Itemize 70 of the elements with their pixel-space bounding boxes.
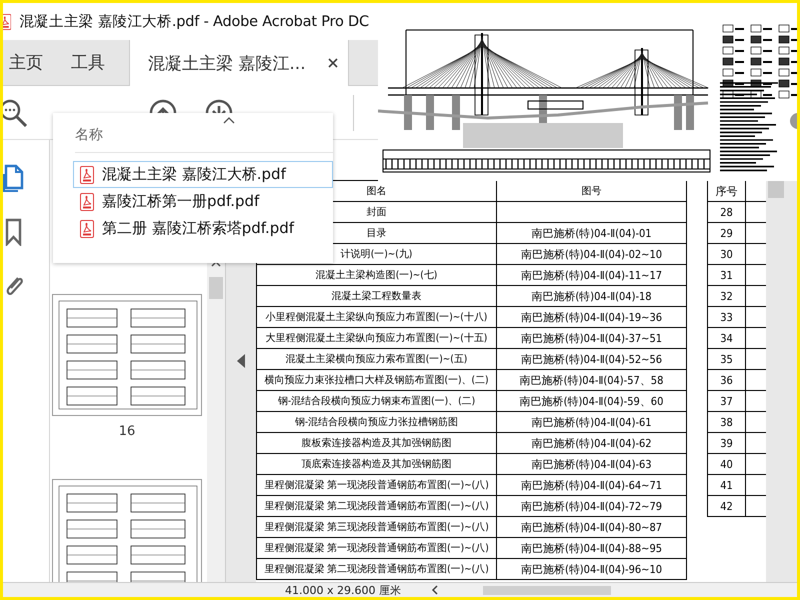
table-cell: 腹板索连接器构造及其加强钢筋图	[257, 433, 497, 454]
table-cell: 33	[708, 307, 746, 328]
table-cell: 顶底索连接器构造及其加强钢筋图	[257, 454, 497, 475]
window-title: 混凝土主梁 嘉陵江大桥.pdf - Adobe Acrobat Pro DC	[19, 12, 369, 31]
table-cell: 里程侧混凝梁 第二现浇段普通钢筋布置图(一)~(八)	[257, 496, 497, 517]
table-cell: 南巴施桥(特)04-Ⅱ(04)-61	[497, 412, 687, 433]
table-cell: 30	[708, 244, 746, 265]
table-cell: 南巴施桥(特)04-Ⅱ(04)-59、60	[497, 391, 687, 412]
table-cell: 35	[708, 349, 746, 370]
scrollbar-thumb[interactable]	[482, 586, 611, 594]
table-cell: 大里程侧混凝土主梁纵向预应力布置图(一)~(十五)	[257, 328, 497, 349]
table-cell: 31	[708, 265, 746, 286]
table-cell: 南巴施桥(特)04-Ⅱ(04)-88~95	[497, 538, 687, 559]
table-cell: 南巴施桥(特)04-Ⅱ(04)-96~10	[497, 559, 687, 580]
table-cell: 南巴施桥(特)04-Ⅱ(04)-64~71	[497, 475, 687, 496]
table-cell: 南巴施桥(特)04-Ⅱ(04)-63	[497, 454, 687, 475]
bookmark-icon[interactable]	[3, 218, 24, 246]
collapse-caret-icon[interactable]	[223, 117, 235, 124]
table-cell: 小里程侧混凝土主梁纵向预应力布置图(一)~(十八)	[257, 307, 497, 328]
scroll-left-icon[interactable]	[430, 585, 439, 595]
pdf-file-icon	[80, 192, 94, 210]
page-size-label: 41.000 x 29.600 厘米	[285, 582, 401, 597]
table-cell: 42	[708, 496, 746, 517]
table-cell: 34	[708, 328, 746, 349]
table-cell: 南巴施桥(特)04-Ⅱ(04)-80~87	[497, 517, 687, 538]
table-cell: 混凝土梁工程数量表	[257, 286, 497, 307]
page-number: 16	[118, 424, 136, 439]
table-cell: 南巴施桥(特)04-Ⅱ(04)-11~17	[497, 265, 687, 286]
pdf-file-icon	[80, 166, 94, 184]
file-list-item[interactable]: 混凝土主梁 嘉陵江大桥.pdf	[73, 161, 333, 188]
table-cell: 38	[708, 412, 746, 433]
table-cell: 南巴施桥(特)04-Ⅱ(04)-19~36	[497, 307, 687, 328]
table-cell: 南巴施桥(特)04-Ⅱ(04)-57、58	[497, 370, 687, 391]
tab[interactable]: 工具	[57, 40, 119, 85]
table-cell: 南巴施桥(特)04-Ⅱ(04)-52~56	[497, 349, 687, 370]
table-cell: 南巴施桥(特)04-Ⅱ(04)-37~51	[497, 328, 687, 349]
table-cell: 里程侧混凝梁 第一现浇段普通钢筋布置图(一)~(八)	[257, 475, 497, 496]
table-cell: 南巴施桥(特)04-Ⅱ(04)-02~10	[497, 244, 687, 265]
table-cell: 32	[708, 286, 746, 307]
table-cell: 南巴施桥(特)04-Ⅱ(04)-62	[497, 433, 687, 454]
scrollbar-thumb[interactable]	[209, 277, 223, 299]
table-cell: 混凝土主梁横向预应力索布置图(一)~(五)	[257, 349, 497, 370]
table-cell: 钢-混结合段横向预应力钢束布置图(一)、(二)	[257, 391, 497, 412]
table-cell: 南巴施桥(特)04-Ⅱ(04)-18	[497, 286, 687, 307]
table-cell: 36	[708, 370, 746, 391]
table-cell: 37	[708, 391, 746, 412]
table-cell: 28	[708, 202, 746, 223]
table-cell: 南巴施桥(特)04-Ⅱ(04)-01	[497, 223, 687, 244]
previous-page-arrow-icon[interactable]	[237, 354, 245, 368]
table-cell: 混凝土主梁构造图(一)~(七)	[257, 265, 497, 286]
table-cell: 钢-混结合段横向预应力张拉槽钢筋图	[257, 412, 497, 433]
page-icon[interactable]	[3, 164, 24, 192]
tab[interactable]: 混凝土主梁 嘉陵江...	[129, 40, 349, 86]
column-header: 名称	[75, 126, 333, 153]
page-thumbnail[interactable]	[52, 479, 202, 582]
table-cell: 横向预应力束张拉槽口大样及钢筋布置图(一)、(二)	[257, 370, 497, 391]
table-cell: 里程侧混凝梁 第二现浇段普通钢筋布置图(一)~(八)	[257, 559, 497, 580]
table-cell: 南巴施桥(特)04-Ⅱ(04)-72~79	[497, 496, 687, 517]
pdf-file-icon	[80, 220, 94, 238]
scroll-up-icon[interactable]	[211, 260, 221, 267]
tab[interactable]: 主页	[3, 40, 57, 85]
table-cell: 40	[708, 454, 746, 475]
page-thumbnail[interactable]	[52, 294, 202, 416]
close-icon[interactable]	[328, 58, 338, 68]
table-cell: 39	[708, 433, 746, 454]
table-cell: 29	[708, 223, 746, 244]
table-cell: 41	[708, 475, 746, 496]
table-cell: 里程侧混凝梁 第一现浇段普通钢筋布置图(一)~(八)	[257, 538, 497, 559]
table-cell: 里程侧混凝梁 第三现浇段普通钢筋布置图(一)~(八)	[257, 517, 497, 538]
search-icon[interactable]	[3, 98, 27, 126]
